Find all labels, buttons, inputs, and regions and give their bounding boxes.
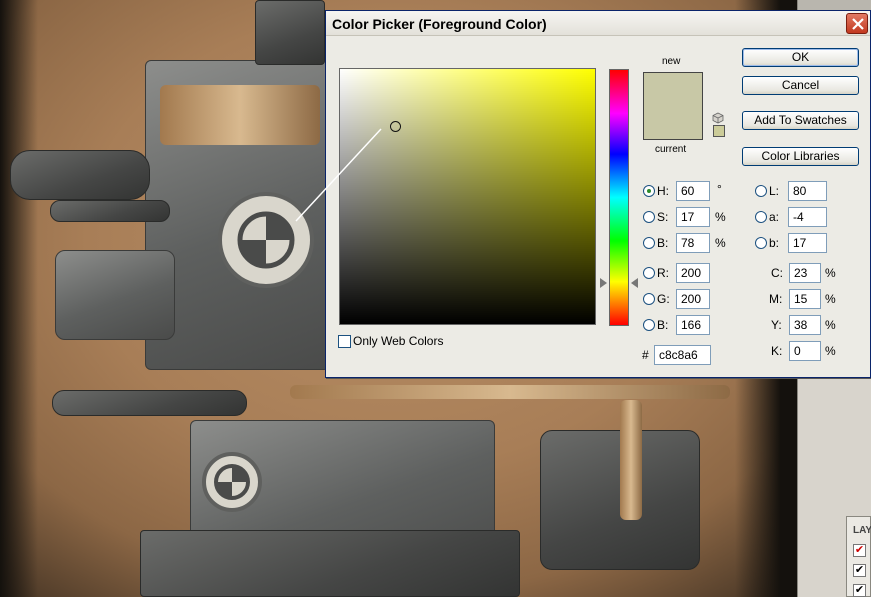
lab-b-label: b: <box>769 236 780 250</box>
ok-button[interactable]: OK <box>742 48 859 67</box>
color-picker-dialog: Color Picker (Foreground Color) new curr… <box>325 10 871 378</box>
yellow-unit: % <box>825 318 836 332</box>
lab-a-row: a: -4 <box>753 207 863 228</box>
cyan-input[interactable]: 23 <box>789 263 821 283</box>
rover-cable-bundle-top <box>160 85 320 145</box>
black-label: K: <box>771 344 783 358</box>
color-field-picker-ring[interactable] <box>390 121 401 132</box>
saturation-unit: % <box>715 210 726 224</box>
red-row: R: 200 <box>641 263 751 284</box>
black-row: K: 0 % <box>753 341 867 362</box>
hue-slider-arrow-right[interactable] <box>631 278 638 288</box>
layers-panel-tab[interactable]: LAY ✔ ✔ ✔ <box>846 516 871 597</box>
blue-label: B: <box>657 318 669 332</box>
red-label: R: <box>657 266 669 280</box>
lab-b-radio[interactable] <box>755 237 767 249</box>
hue-row: H: 60 ° <box>641 181 751 202</box>
hue-input[interactable]: 60 <box>676 181 710 201</box>
color-field[interactable] <box>339 68 596 325</box>
hex-label: # <box>642 348 649 362</box>
close-button[interactable] <box>846 13 868 34</box>
magenta-row: M: 15 % <box>753 289 867 310</box>
photo-vignette-left <box>0 0 38 597</box>
saturation-row: S: 17 % <box>641 207 751 228</box>
hue-radio[interactable] <box>643 185 655 197</box>
lab-a-label: a: <box>769 210 780 224</box>
red-input[interactable]: 200 <box>676 263 710 283</box>
lightness-label: L: <box>769 184 780 198</box>
rover-rod <box>50 200 170 222</box>
yellow-label: Y: <box>771 318 782 332</box>
lab-a-radio[interactable] <box>755 211 767 223</box>
green-radio[interactable] <box>643 293 655 305</box>
calibration-pattern-small-icon <box>214 464 250 500</box>
green-row: G: 200 <box>641 289 751 310</box>
websafe-cube-icon[interactable] <box>712 112 724 124</box>
lab-a-input[interactable]: -4 <box>788 207 827 227</box>
current-color-label: current <box>655 144 687 155</box>
rover-cable-bundle-mid <box>290 385 730 399</box>
hue-slider-arrow-left[interactable] <box>600 278 607 288</box>
brightness-radio[interactable] <box>643 237 655 249</box>
close-icon <box>852 18 864 30</box>
lightness-row: L: 80 <box>753 181 863 202</box>
green-input[interactable]: 200 <box>676 289 710 309</box>
lab-b-input[interactable]: 17 <box>788 233 827 253</box>
side-panel-strip <box>798 0 871 10</box>
hex-row: # c8c8a6 <box>641 345 751 366</box>
brightness-label: B: <box>657 236 669 250</box>
cyan-unit: % <box>825 266 836 280</box>
brightness-row: B: 78 % <box>641 233 751 254</box>
magenta-unit: % <box>825 292 836 306</box>
websafe-color-chip[interactable] <box>713 125 725 137</box>
rover-cable-bundle-right <box>620 400 642 520</box>
hex-input[interactable]: c8c8a6 <box>654 345 711 365</box>
brightness-unit: % <box>715 236 726 250</box>
magenta-label: M: <box>769 292 783 306</box>
current-color-swatch[interactable] <box>644 106 702 139</box>
new-color-swatch <box>644 73 702 106</box>
rover-drill-motor <box>55 250 175 340</box>
blue-input[interactable]: 166 <box>676 315 710 335</box>
color-libraries-button[interactable]: Color Libraries <box>742 147 859 166</box>
black-input[interactable]: 0 <box>789 341 821 361</box>
saturation-radio[interactable] <box>643 211 655 223</box>
green-label: G: <box>657 292 670 306</box>
layer-visibility-checkbox[interactable]: ✔ <box>853 584 866 597</box>
dialog-title: Color Picker (Foreground Color) <box>332 16 547 32</box>
lightness-input[interactable]: 80 <box>788 181 827 201</box>
red-radio[interactable] <box>643 267 655 279</box>
yellow-row: Y: 38 % <box>753 315 867 336</box>
hue-slider[interactable] <box>609 69 629 326</box>
rover-mast <box>255 0 325 65</box>
lightness-radio[interactable] <box>755 185 767 197</box>
hue-label: H: <box>657 184 669 198</box>
only-web-colors-checkbox[interactable] <box>338 335 351 348</box>
saturation-input[interactable]: 17 <box>676 207 710 227</box>
blue-row: B: 166 <box>641 315 751 336</box>
new-color-label: new <box>662 56 681 67</box>
cyan-row: C: 23 % <box>753 263 867 284</box>
only-web-colors-label: Only Web Colors <box>353 334 444 348</box>
rover-lower-rod <box>52 390 247 416</box>
layer-visibility-checkbox[interactable]: ✔ <box>853 564 866 577</box>
calibration-pattern-icon <box>237 211 295 269</box>
yellow-input[interactable]: 38 <box>789 315 821 335</box>
rover-arm-tube <box>10 150 150 200</box>
brightness-input[interactable]: 78 <box>676 233 710 253</box>
cancel-button[interactable]: Cancel <box>742 76 859 95</box>
blue-radio[interactable] <box>643 319 655 331</box>
saturation-label: S: <box>657 210 669 224</box>
magenta-input[interactable]: 15 <box>789 289 821 309</box>
add-to-swatches-button[interactable]: Add To Swatches <box>742 111 859 130</box>
black-unit: % <box>825 344 836 358</box>
cyan-label: C: <box>771 266 783 280</box>
rover-base <box>140 530 520 597</box>
layer-visibility-checkbox[interactable]: ✔ <box>853 544 866 557</box>
lab-b-row: b: 17 <box>753 233 863 254</box>
color-swatch-preview <box>643 72 703 140</box>
hue-unit: ° <box>717 182 722 196</box>
layers-tab-label: LAY <box>853 525 871 536</box>
dialog-titlebar[interactable]: Color Picker (Foreground Color) <box>326 11 870 36</box>
